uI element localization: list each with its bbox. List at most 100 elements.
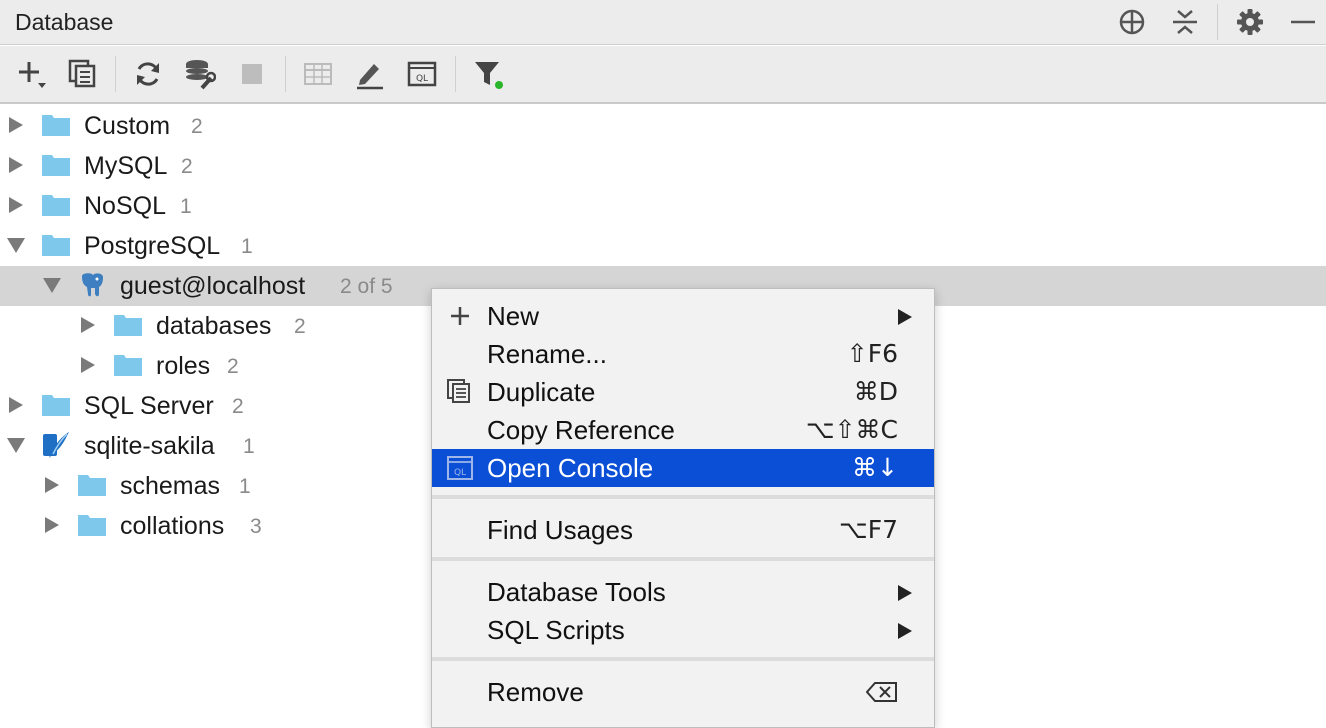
- expand-arrow-icon[interactable]: [42, 515, 62, 535]
- node-label: NoSQL: [84, 192, 166, 220]
- folder-icon: [42, 115, 70, 136]
- duplicate-icon: [447, 379, 470, 403]
- title-separator: [1217, 4, 1218, 40]
- folder-icon: [42, 395, 70, 416]
- tree-node-mysql[interactable]: MySQL 2: [0, 146, 1326, 186]
- menu-item-remove[interactable]: Remove: [432, 673, 934, 711]
- collapse-arrow-icon[interactable]: [42, 275, 62, 295]
- folder-icon: [78, 515, 106, 536]
- node-label: roles: [156, 352, 211, 380]
- context-menu: New Rename... ⇧F6 Duplicate ⌘D Copy Refe…: [431, 288, 935, 728]
- menu-item-label: Open Console: [487, 453, 654, 483]
- menu-item-label: Find Usages: [487, 515, 633, 545]
- node-label: PostgreSQL: [84, 232, 221, 260]
- toolbar-separator: [285, 56, 286, 92]
- postgresql-elephant-icon: [82, 273, 104, 297]
- node-label: schemas: [120, 472, 221, 500]
- refresh-icon[interactable]: [132, 58, 164, 90]
- toolbar-separator: [115, 56, 116, 92]
- collapse-arrow-icon[interactable]: [6, 235, 26, 255]
- edit-icon[interactable]: [354, 58, 386, 90]
- menu-item-label: Duplicate: [487, 377, 596, 407]
- collapse-arrow-icon[interactable]: [6, 435, 26, 455]
- menu-item-label: Database Tools: [487, 577, 666, 607]
- node-label: Custom: [84, 112, 171, 140]
- submenu-arrow-icon: [898, 623, 912, 639]
- node-label: databases: [156, 312, 272, 340]
- menu-item-rename[interactable]: Rename... ⇧F6: [432, 335, 934, 373]
- menu-item-shortcut: ⇧F6: [846, 339, 898, 368]
- properties-icon[interactable]: [184, 58, 216, 90]
- node-count: 1: [180, 195, 192, 218]
- folder-icon: [78, 475, 106, 496]
- delete-key-icon: [866, 682, 897, 702]
- menu-item-database-tools[interactable]: Database Tools: [432, 573, 934, 611]
- tree-node-postgresql[interactable]: PostgreSQL 1: [0, 226, 1326, 266]
- menu-item-sql-scripts[interactable]: SQL Scripts: [432, 611, 934, 649]
- node-count: 2: [294, 315, 306, 338]
- console-icon: QL: [447, 456, 473, 480]
- gear-icon[interactable]: [1235, 7, 1265, 37]
- menu-item-label: SQL Scripts: [487, 615, 625, 645]
- menu-item-label: New: [487, 301, 540, 331]
- node-label: sqlite-sakila: [84, 432, 215, 460]
- submenu-arrow-icon: [898, 309, 912, 325]
- node-count: 1: [239, 475, 251, 498]
- expand-arrow-icon[interactable]: [6, 195, 26, 215]
- plus-icon: [451, 307, 469, 325]
- svg-text:QL: QL: [454, 468, 466, 478]
- menu-item-duplicate[interactable]: Duplicate ⌘D: [432, 373, 934, 411]
- crosshair-icon[interactable]: [1117, 7, 1147, 37]
- menu-separator: [432, 495, 934, 499]
- menu-item-label: Remove: [487, 677, 584, 707]
- expand-arrow-icon[interactable]: [6, 395, 26, 415]
- duplicate-icon[interactable]: [67, 58, 99, 90]
- menu-item-copy-reference[interactable]: Copy Reference ⌥⇧⌘C: [432, 411, 934, 449]
- collapse-all-icon[interactable]: [1170, 7, 1200, 37]
- toolbar: QL: [0, 46, 1326, 104]
- filter-icon[interactable]: [472, 58, 504, 90]
- expand-arrow-icon[interactable]: [6, 115, 26, 135]
- folder-icon: [42, 155, 70, 176]
- menu-item-find-usages[interactable]: Find Usages ⌥F7: [432, 511, 934, 549]
- folder-icon: [114, 355, 142, 376]
- menu-separator: [432, 557, 934, 561]
- folder-icon: [42, 195, 70, 216]
- node-count: 2: [227, 355, 239, 378]
- panel-title: Database: [15, 9, 114, 35]
- console-icon[interactable]: QL: [406, 58, 438, 90]
- node-count: 1: [243, 435, 255, 458]
- node-count: 1: [241, 235, 253, 258]
- stop-icon: [242, 64, 262, 84]
- panel-header: Database: [0, 0, 1326, 45]
- expand-arrow-icon[interactable]: [6, 155, 26, 175]
- toolbar-separator: [455, 56, 456, 92]
- folder-icon: [42, 235, 70, 256]
- node-count: 2: [181, 155, 193, 178]
- node-count: 2 of 5: [340, 275, 393, 298]
- menu-item-label: Copy Reference: [487, 415, 675, 445]
- menu-item-shortcut: ⌥F7: [838, 515, 898, 544]
- node-count: 2: [232, 395, 244, 418]
- add-icon[interactable]: [16, 58, 48, 90]
- menu-item-shortcut: ⌘↓: [852, 453, 898, 482]
- menu-item-open-console[interactable]: QL Open Console ⌘↓: [432, 449, 934, 487]
- tree-node-nosql[interactable]: NoSQL 1: [0, 186, 1326, 226]
- node-label: collations: [120, 512, 225, 540]
- node-label: guest@localhost: [120, 272, 306, 300]
- submenu-arrow-icon: [898, 585, 912, 601]
- expand-arrow-icon[interactable]: [78, 315, 98, 335]
- menu-item-shortcut: ⌘D: [853, 377, 898, 406]
- menu-separator: [432, 657, 934, 661]
- table-icon: [304, 63, 332, 85]
- svg-text:QL: QL: [416, 74, 428, 84]
- expand-arrow-icon[interactable]: [78, 355, 98, 375]
- expand-arrow-icon[interactable]: [42, 475, 62, 495]
- minimize-icon[interactable]: [1288, 7, 1318, 37]
- node-label: MySQL: [84, 152, 168, 180]
- menu-item-shortcut: ⌥⇧⌘C: [805, 415, 898, 444]
- tree-node-custom[interactable]: Custom 2: [0, 106, 1326, 146]
- node-count: 2: [191, 115, 203, 138]
- node-count: 3: [250, 515, 262, 538]
- menu-item-new[interactable]: New: [432, 297, 934, 335]
